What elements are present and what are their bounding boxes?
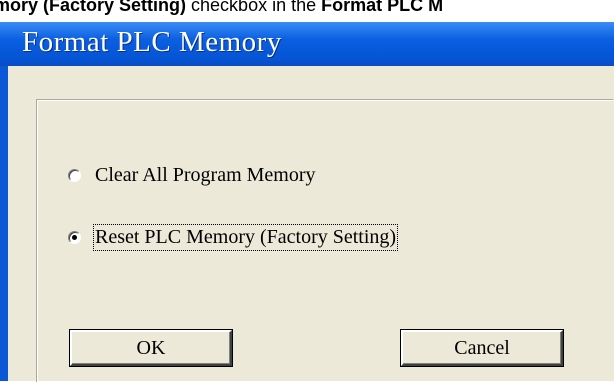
format-plc-memory-dialog: Format PLC Memory Clear All Program Memo…	[0, 22, 614, 382]
radio-selected-dot	[72, 235, 77, 240]
ok-button[interactable]: OK	[70, 330, 232, 366]
radio-button-unchecked[interactable]	[68, 169, 81, 182]
radio-button-checked[interactable]	[68, 231, 81, 244]
instruction-caption: mory (Factory Setting) checkbox in the F…	[0, 0, 614, 22]
dialog-title: Format PLC Memory	[22, 26, 282, 58]
caption-bold-option: mory (Factory Setting)	[0, 0, 187, 15]
radio-clear-all-program-memory[interactable]: Clear All Program Memory	[68, 164, 316, 187]
caption-bold-dialog: Format PLC M	[321, 0, 444, 15]
dialog-client-area: Clear All Program Memory Reset PLC Memor…	[8, 66, 614, 382]
radio-label: Clear All Program Memory	[95, 164, 316, 186]
dialog-titlebar[interactable]: Format PLC Memory	[0, 22, 614, 66]
cancel-button[interactable]: Cancel	[401, 330, 563, 366]
caption-text: checkbox in the	[186, 0, 322, 15]
radio-reset-plc-memory[interactable]: Reset PLC Memory (Factory Setting)	[68, 224, 399, 251]
radio-label: Reset PLC Memory (Factory Setting)	[92, 224, 399, 251]
